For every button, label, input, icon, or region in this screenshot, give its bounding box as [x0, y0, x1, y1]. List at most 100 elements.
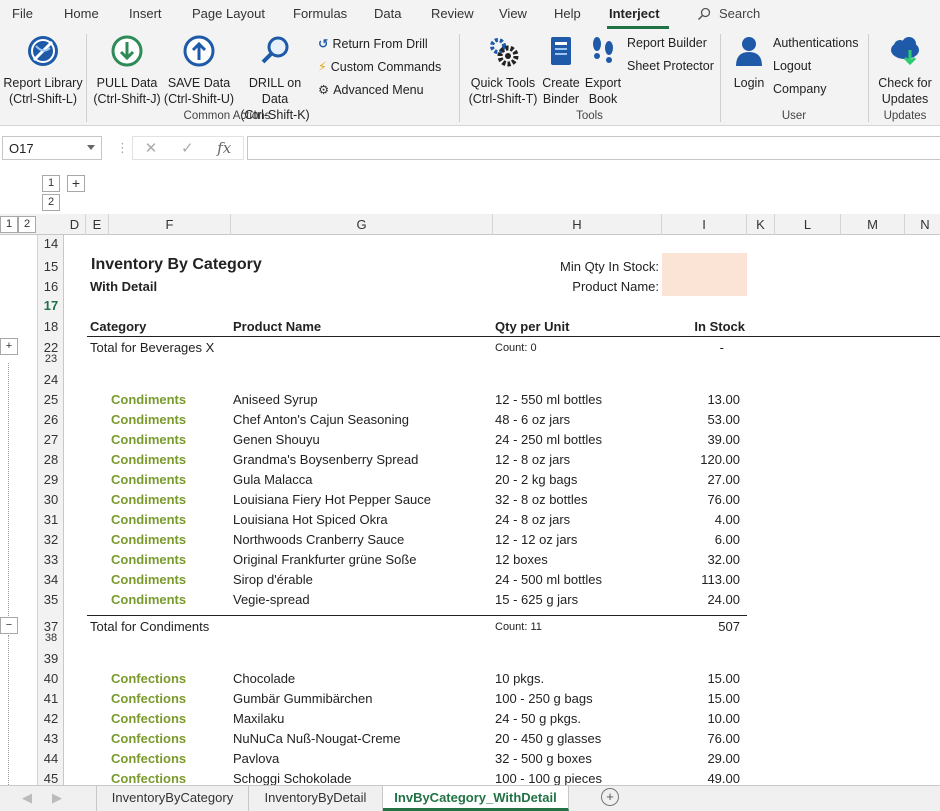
tab-insert[interactable]: Insert: [129, 6, 162, 21]
insert-function-button[interactable]: fx: [217, 139, 231, 157]
outline-level-1-top[interactable]: 1: [42, 175, 60, 192]
row-number[interactable]: 23: [38, 353, 64, 365]
row-number-selected[interactable]: 17: [38, 298, 64, 313]
row-number: 26: [43, 412, 59, 427]
product-name-cell: Chocolade: [233, 671, 296, 686]
advanced-menu-button[interactable]: ⚙ Advanced Menu: [318, 82, 424, 98]
product-name-cell: Pavlova: [233, 751, 280, 766]
product-name-cell: Sirop d'érable: [233, 572, 313, 587]
header-product-name: Product Name: [233, 319, 322, 334]
row-outline-gutter: [0, 235, 38, 785]
category-cell: Confections: [111, 691, 187, 706]
tab-home[interactable]: Home: [64, 6, 99, 21]
row-number: 27: [43, 432, 59, 447]
row-number[interactable]: 24: [38, 372, 64, 387]
logout-button[interactable]: Logout: [773, 59, 811, 73]
column-header-n[interactable]: N: [905, 214, 940, 235]
sheet-tab-inventory-by-detail[interactable]: InventoryByDetail: [249, 786, 383, 811]
row-number[interactable]: 18: [38, 319, 64, 334]
chevron-down-icon[interactable]: [87, 145, 95, 150]
sheet-protector-label: Sheet Protector: [627, 59, 714, 73]
outline-level-2-top[interactable]: 2: [42, 194, 60, 211]
search-icon: [697, 7, 711, 20]
column-header-h[interactable]: H: [493, 214, 662, 235]
report-library-button[interactable]: Report Library (Ctrl-Shift-L): [2, 34, 84, 107]
formula-input[interactable]: [247, 136, 940, 160]
row-number[interactable]: 16: [38, 279, 64, 294]
check-updates-button[interactable]: Check for Updates: [872, 34, 938, 107]
outline-level-1-left[interactable]: 1: [0, 216, 18, 233]
column-header-g[interactable]: G: [231, 214, 493, 235]
row-number[interactable]: 14: [38, 236, 64, 251]
user-group-label: User: [781, 110, 807, 122]
tab-page-layout[interactable]: Page Layout: [192, 6, 265, 21]
in-stock-cell: 113.00: [701, 572, 740, 587]
outline-collapse-condiments[interactable]: −: [0, 617, 18, 634]
tab-view[interactable]: View: [499, 6, 527, 21]
row-number: 42: [43, 711, 59, 726]
in-stock-cell: 4.00: [714, 512, 740, 527]
report-library-label: Report Library: [3, 76, 83, 90]
product-name-cell: Genen Shouyu: [233, 432, 320, 447]
custom-commands-button[interactable]: ⚡ Custom Commands: [318, 59, 441, 75]
column-header-f[interactable]: F: [109, 214, 231, 235]
sheet-tab-invbycategory-withdetail[interactable]: InvByCategory_WithDetail: [383, 786, 569, 811]
report-title: Inventory By Category: [91, 256, 262, 273]
save-data-label: SAVE Data: [167, 76, 231, 90]
add-sheet-button[interactable]: +: [601, 788, 619, 806]
sheet-protector-button[interactable]: Sheet Protector: [627, 59, 714, 73]
tab-formulas[interactable]: Formulas: [293, 6, 347, 21]
column-header-l[interactable]: L: [775, 214, 841, 235]
parameter-input-cells[interactable]: [662, 253, 747, 296]
product-name-cell: Gula Malacca: [233, 472, 313, 487]
row-number[interactable]: 38: [38, 632, 64, 644]
tab-data[interactable]: Data: [374, 6, 401, 21]
qty-per-unit-cell: 12 - 550 ml bottles: [495, 392, 602, 407]
name-box[interactable]: O17: [2, 136, 102, 160]
scroll-right-icon[interactable]: ▶: [52, 790, 62, 806]
row-number[interactable]: 15: [38, 259, 64, 274]
sheet-tab-inventory-by-category[interactable]: InventoryByCategory: [96, 786, 249, 811]
check-updates-label-2: Updates: [881, 92, 929, 106]
tab-interject[interactable]: Interject: [609, 6, 660, 21]
excel-window: File Home Insert Page Layout Formulas Da…: [0, 0, 940, 811]
column-header-k[interactable]: K: [747, 214, 775, 235]
outline-expand-button[interactable]: +: [67, 175, 85, 192]
row-number: 40: [43, 671, 59, 686]
export-book-button[interactable]: Export Book: [582, 34, 624, 107]
pull-data-button[interactable]: PULL Data (Ctrl-Shift-J): [92, 34, 162, 107]
row-number[interactable]: 39: [38, 651, 64, 666]
enter-icon[interactable]: ✓: [181, 139, 194, 157]
outline-expand-beverages[interactable]: +: [0, 338, 18, 355]
column-header-d[interactable]: D: [64, 214, 86, 235]
qty-per-unit-cell: 15 - 625 g jars: [495, 592, 579, 607]
cancel-icon[interactable]: ✕: [145, 139, 158, 157]
tab-review[interactable]: Review: [431, 6, 474, 21]
more-icon: ⋮: [116, 140, 129, 155]
login-button[interactable]: Login: [728, 34, 770, 91]
quick-tools-button[interactable]: Quick Tools (Ctrl-Shift-T): [467, 34, 539, 107]
in-stock-cell: 15.00: [707, 691, 740, 706]
company-button[interactable]: Company: [773, 82, 827, 96]
qty-per-unit-cell: 20 - 2 kg bags: [495, 472, 578, 487]
group-separator: [86, 34, 87, 122]
search-box[interactable]: Search: [697, 6, 760, 21]
scroll-left-icon[interactable]: ◀: [22, 790, 32, 806]
row-number: 35: [43, 592, 59, 607]
user-icon: [736, 37, 762, 66]
tab-file[interactable]: File: [12, 6, 33, 21]
worksheet-grid[interactable]: + − 14 15 16 17 18 22 23 24 37 38 39 Inv…: [0, 235, 940, 785]
save-data-button[interactable]: SAVE Data (Ctrl-Shift-U): [163, 34, 235, 107]
tab-help[interactable]: Help: [554, 6, 581, 21]
report-builder-button[interactable]: Report Builder: [627, 36, 707, 50]
outline-level-2-left[interactable]: 2: [18, 216, 36, 233]
column-header-e[interactable]: E: [86, 214, 109, 235]
magnifier-icon: [261, 36, 289, 64]
column-header-m[interactable]: M: [841, 214, 905, 235]
authentications-button[interactable]: Authentications: [773, 36, 858, 50]
create-binder-button[interactable]: Create Binder: [541, 34, 581, 107]
return-from-drill-button[interactable]: ↺ Return From Drill: [318, 36, 428, 52]
category-cell: Condiments: [111, 472, 187, 487]
column-header-i[interactable]: I: [662, 214, 747, 235]
row-number: 44: [43, 751, 59, 766]
